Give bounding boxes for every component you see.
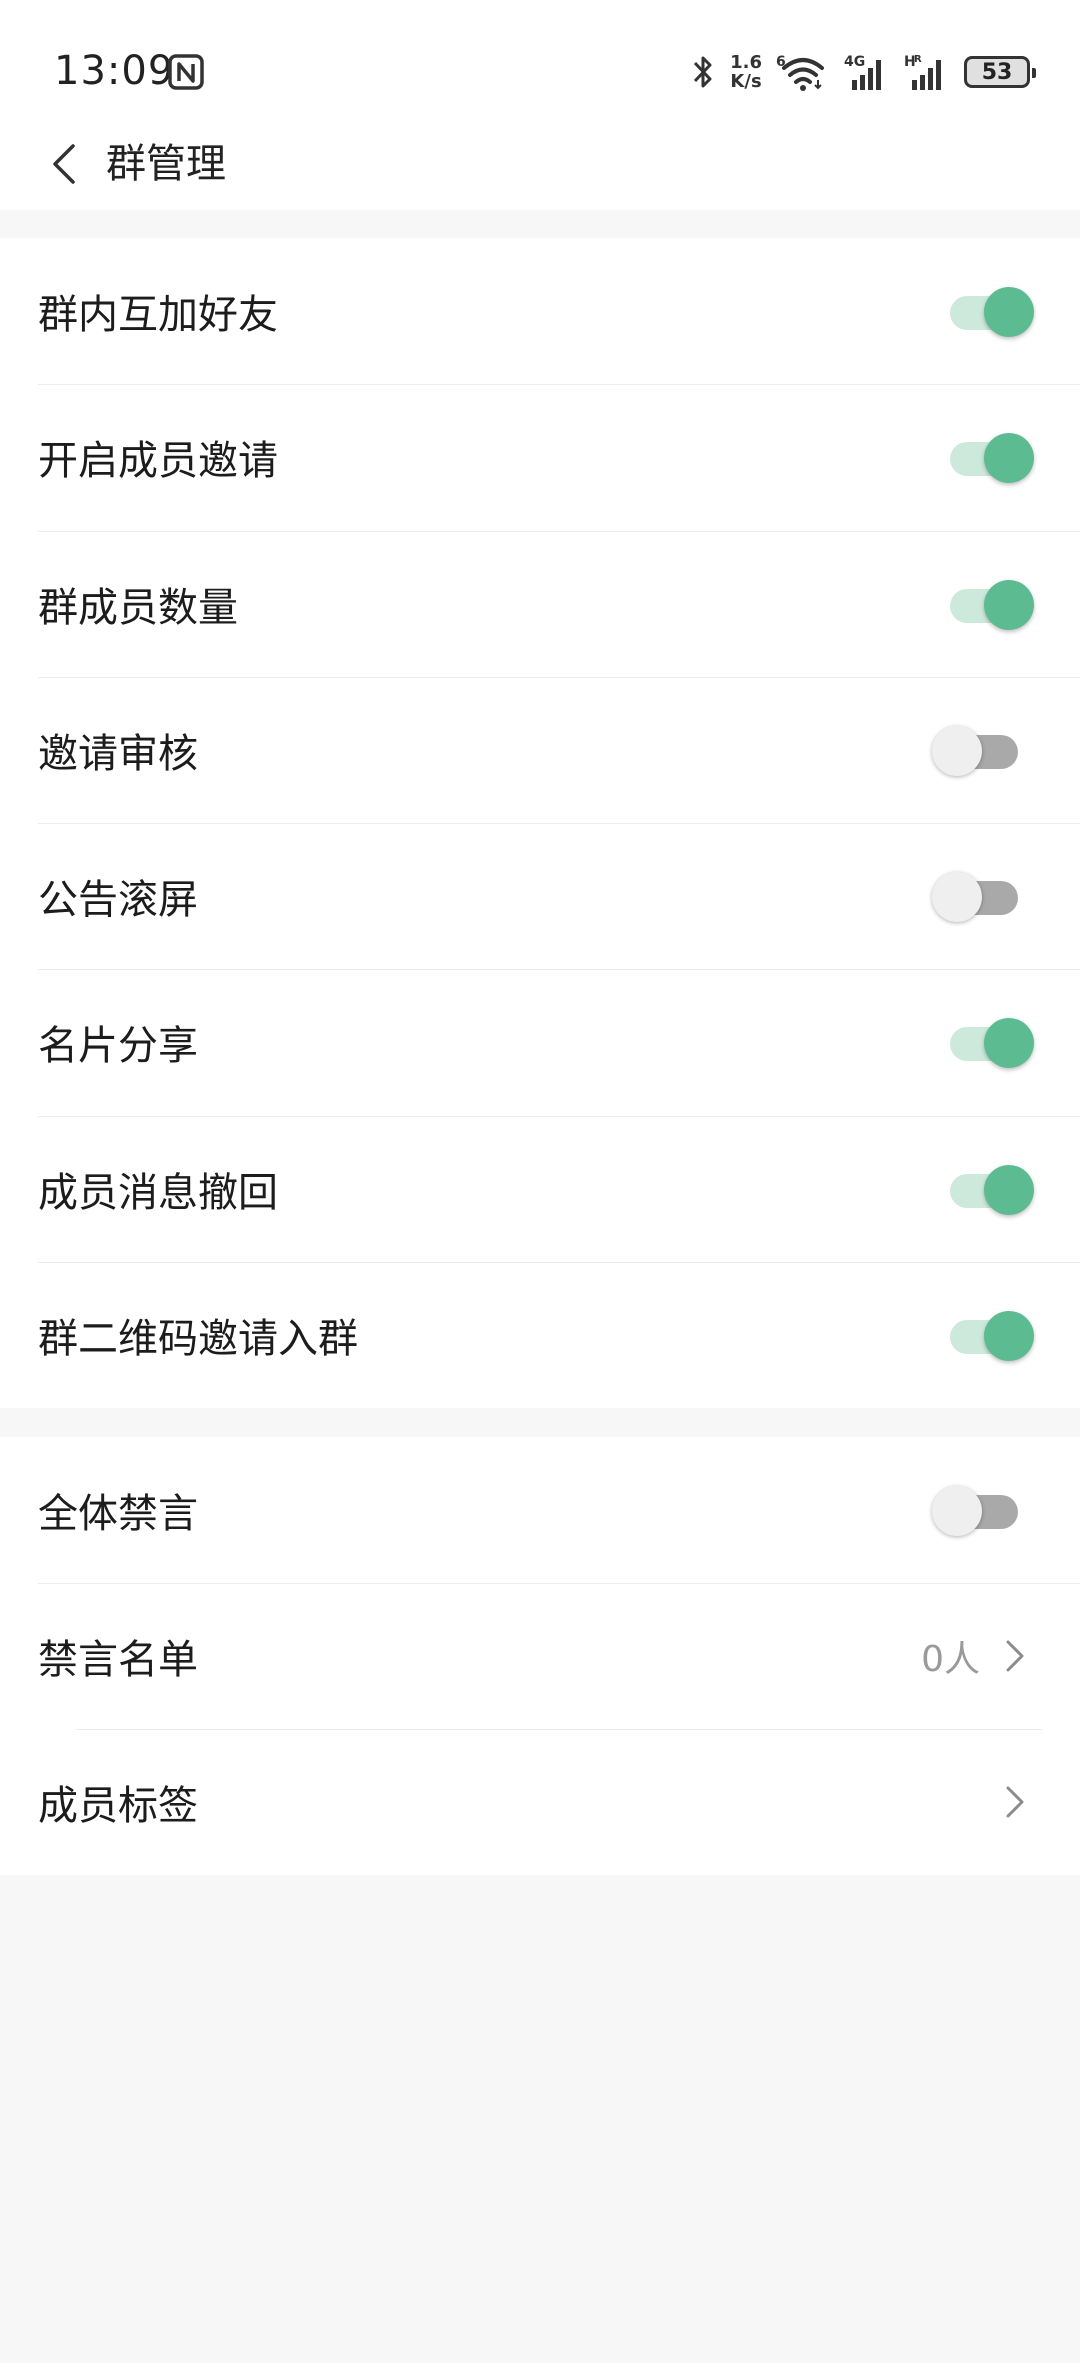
row-label-mute-all: 全体禁言 (38, 1491, 198, 1537)
top-area: 13:09 1.6 K/s 6 4G H R 53 群管理 (0, 0, 1080, 210)
header: 群管理 (0, 120, 1080, 210)
toggle-knob (932, 1486, 982, 1536)
toggle-knob (984, 579, 1034, 630)
toggle-mute-all[interactable] (932, 1480, 1036, 1540)
settings-row[interactable]: 成员消息撤回 (0, 1116, 1080, 1262)
row-mute-all[interactable]: 全体禁言 (0, 1437, 1080, 1583)
back-arrow-icon (53, 144, 75, 184)
signal-sim1-icon: 4G (844, 54, 881, 90)
toggle-switch[interactable] (940, 1305, 1036, 1365)
battery-level: 53 (981, 59, 1013, 85)
mute-list-count: 0人 (921, 1639, 980, 1680)
settings-row[interactable]: 群内互加好友 (0, 238, 1080, 384)
signal-sim2-icon: H R (904, 54, 941, 90)
toggle-switch[interactable] (940, 427, 1036, 487)
toggle-switch[interactable] (932, 720, 1036, 780)
chevron-right-icon (1006, 1640, 1024, 1672)
wifi-icon: 6 (776, 54, 824, 91)
toggle-knob (984, 1310, 1034, 1361)
sim2-sub-label: R (914, 54, 922, 65)
row-mute-list[interactable]: 禁言名单 0人 (0, 1583, 1080, 1729)
toggle-knob (984, 1164, 1034, 1215)
chevron-right-icon (1006, 1786, 1024, 1818)
nfc-icon (168, 54, 204, 90)
settings-section-main: 群内互加好友 开启成员邀请 群成员数量邀请审核公告滚屏名片分享成员消息撤回群二维码邀… (0, 238, 1080, 1408)
status-bar: 13:09 1.6 K/s 6 4G H R 53 (0, 0, 1080, 140)
page-title: 群管理 (106, 141, 226, 187)
toggle-switch[interactable] (940, 281, 1036, 341)
toggle-knob (984, 1018, 1034, 1069)
toggle-knob (984, 287, 1034, 337)
network-speed-value: 1.6 (730, 52, 762, 73)
row-label: 公告滚屏 (38, 877, 198, 923)
toggle-knob (984, 433, 1034, 484)
settings-row[interactable]: 公告滚屏 (0, 823, 1080, 969)
row-label: 成员消息撤回 (38, 1169, 278, 1216)
row-label: 邀请审核 (38, 730, 198, 777)
network-speed: 1.6 K/s (730, 53, 762, 91)
row-label-mute-list: 禁言名单 (38, 1637, 198, 1683)
settings-row[interactable]: 名片分享 (0, 969, 1080, 1115)
toggle-switch[interactable] (940, 574, 1036, 634)
settings-row[interactable]: 邀请审核 (0, 677, 1080, 823)
status-time: 13:09 (54, 48, 175, 94)
row-label: 开启成员邀请 (38, 438, 278, 485)
toggle-knob (932, 725, 982, 776)
bluetooth-icon (694, 56, 712, 88)
row-member-tags[interactable]: 成员标签 (0, 1729, 1080, 1875)
toggle-switch[interactable] (940, 1159, 1036, 1219)
toggle-switch[interactable] (932, 866, 1036, 926)
row-label-member-tags: 成员标签 (38, 1783, 198, 1829)
battery-icon: 53 (964, 56, 1036, 88)
back-button[interactable] (34, 134, 94, 194)
sim1-label: 4G (844, 54, 865, 70)
row-label: 群成员数量 (38, 584, 238, 631)
settings-section-mute: 全体禁言 禁言名单 0人 成员标签 (0, 1437, 1080, 1875)
row-label: 群内互加好友 (38, 292, 278, 338)
settings-row[interactable]: 群成员数量 (0, 531, 1080, 677)
toggle-knob (932, 872, 982, 922)
settings-row[interactable]: 群二维码邀请入群 (0, 1262, 1080, 1408)
toggle-switch[interactable] (940, 1012, 1036, 1072)
row-label: 名片分享 (38, 1023, 198, 1070)
status-icons: 1.6 K/s 6 4G H R 53 (690, 50, 1036, 94)
settings-row[interactable]: 开启成员邀请 (0, 384, 1080, 530)
row-label: 群二维码邀请入群 (38, 1315, 358, 1362)
network-speed-unit: K/s (730, 71, 762, 92)
